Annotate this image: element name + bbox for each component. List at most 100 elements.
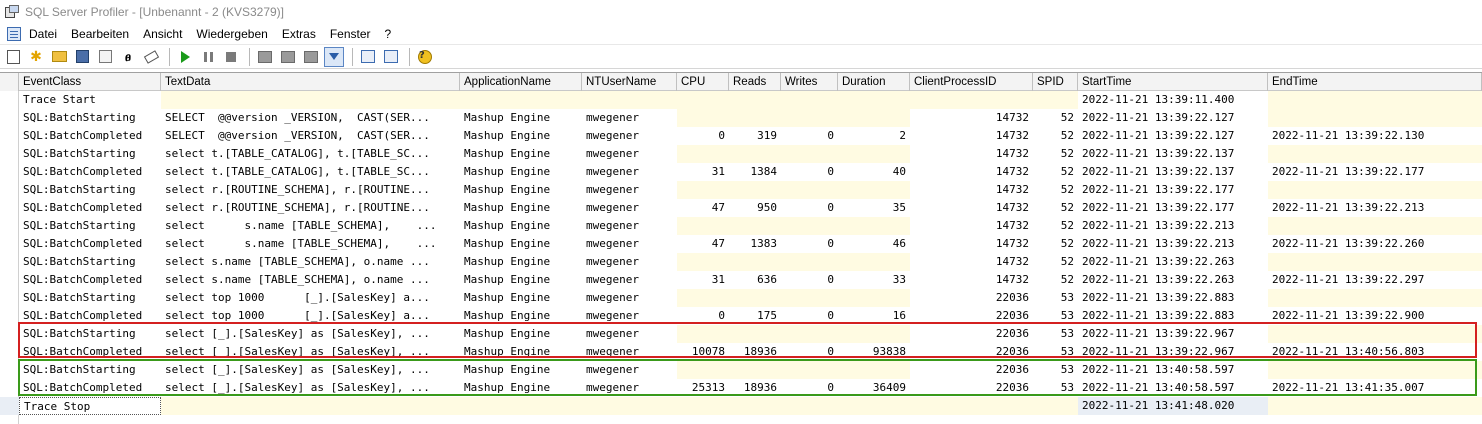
table-row[interactable]: SQL:BatchCompleted select t.[TABLE_CATALO… [0, 163, 1482, 181]
cell-spid [1033, 91, 1078, 109]
cell-ntusername [582, 397, 677, 415]
menu-extras[interactable]: Extras [282, 27, 316, 41]
table-row[interactable]: SQL:BatchCompleted select top 1000 [_].[S… [0, 307, 1482, 325]
open-button[interactable] [49, 47, 69, 67]
cell-duration [838, 217, 910, 235]
trace-grid[interactable]: EventClass TextData ApplicationName NTUs… [0, 72, 1482, 424]
run-button[interactable] [175, 47, 195, 67]
new-template-button[interactable]: ✱ [26, 47, 46, 67]
save-button[interactable] [72, 47, 92, 67]
table-row[interactable]: SQL:BatchStarting select r.[ROUTINE_SCHEM… [0, 181, 1482, 199]
table-row[interactable]: SQL:BatchStarting SELECT @@version _VERSI… [0, 109, 1482, 127]
activity-monitor-button[interactable] [358, 47, 378, 67]
column-header-cpu[interactable]: CPU [677, 73, 729, 91]
cell-eventclass: SQL:BatchCompleted [23, 129, 143, 142]
table-row[interactable]: SQL:BatchStarting select s.name [TABLE_SC… [0, 253, 1482, 271]
table-row[interactable]: Trace Stop 2022-11-21 13:41:48.020 [0, 397, 1482, 415]
cell-cpu: 10078 [691, 345, 725, 358]
clear-button[interactable] [141, 47, 161, 67]
cell-starttime: 2022-11-21 13:39:22.177 [1082, 201, 1235, 214]
stop-button[interactable] [221, 47, 241, 67]
cell-ntusername: mwegener [586, 219, 639, 232]
cell-endtime: 2022-11-21 13:39:22.130 [1272, 129, 1425, 142]
table-row[interactable]: SQL:BatchCompleted select [_].[SalesKey] … [0, 379, 1482, 397]
properties-button[interactable] [95, 47, 115, 67]
cell-reads: 636 [757, 273, 777, 286]
column-header-spid[interactable]: SPID [1033, 73, 1078, 91]
cell-spid: 52 [1060, 129, 1074, 142]
cell-eventclass: SQL:BatchCompleted [23, 381, 143, 394]
document-icon[interactable] [7, 26, 21, 41]
menu-ansicht[interactable]: Ansicht [143, 27, 182, 41]
cell-writes: 0 [827, 309, 834, 322]
cell-ntusername: mwegener [586, 345, 639, 358]
cell-starttime: 2022-11-21 13:39:22.213 [1082, 219, 1235, 232]
menu-datei[interactable]: Datei [29, 27, 57, 41]
save-icon [75, 50, 89, 63]
perfmon-button[interactable] [381, 47, 401, 67]
column-header-writes[interactable]: Writes [781, 73, 838, 91]
cell-endtime [1268, 289, 1482, 307]
column-header-applicationname[interactable]: ApplicationName [460, 73, 582, 91]
table-row[interactable]: SQL:BatchStarting select s.name [TABLE_SC… [0, 217, 1482, 235]
cell-eventclass: SQL:BatchCompleted [23, 273, 143, 286]
new-trace-button[interactable] [3, 47, 23, 67]
cell-textdata: select [_].[SalesKey] as [SalesKey], ... [165, 363, 430, 376]
cell-reads [729, 397, 781, 415]
properties-list-button[interactable] [278, 47, 298, 67]
column-header-duration[interactable]: Duration [838, 73, 910, 91]
menu-fenster[interactable]: Fenster [330, 27, 371, 41]
cell-applicationname: Mashup Engine [464, 165, 551, 178]
cell-writes [781, 145, 838, 163]
autoscroll-button[interactable] [324, 46, 344, 67]
cell-cpu [677, 289, 729, 307]
table-row[interactable]: SQL:BatchCompleted select [_].[SalesKey] … [0, 343, 1482, 361]
cell-spid: 52 [1060, 201, 1074, 214]
table-row[interactable]: SQL:BatchCompleted select s.name [TABLE_S… [0, 271, 1482, 289]
cell-spid: 53 [1060, 381, 1074, 394]
cell-reads: 175 [757, 309, 777, 322]
column-header-ntusername[interactable]: NTUserName [582, 73, 677, 91]
cell-writes [781, 397, 838, 415]
template-list-icon [258, 50, 272, 63]
table-row[interactable]: SQL:BatchStarting select [_].[SalesKey] a… [0, 325, 1482, 343]
template-list-button[interactable] [255, 47, 275, 67]
table-row[interactable]: SQL:BatchCompleted select r.[ROUTINE_SCHE… [0, 199, 1482, 217]
cell-writes [781, 181, 838, 199]
new-template-icon: ✱ [30, 48, 42, 65]
cell-starttime: 2022-11-21 13:39:22.137 [1082, 165, 1235, 178]
column-header-eventclass[interactable]: EventClass [19, 73, 161, 91]
cell-applicationname: Mashup Engine [464, 381, 551, 394]
table-row[interactable]: SQL:BatchStarting select [_].[SalesKey] a… [0, 361, 1482, 379]
cell-starttime: 2022-11-21 13:39:22.127 [1082, 129, 1235, 142]
schema-button[interactable] [301, 47, 321, 67]
cell-cpu [677, 91, 729, 109]
cell-duration: 36409 [872, 381, 906, 394]
column-header-reads[interactable]: Reads [729, 73, 781, 91]
cell-textdata: select top 1000 [_].[SalesKey] a... [165, 291, 430, 304]
help-button[interactable]: ? [415, 47, 435, 67]
cell-duration: 33 [892, 273, 906, 286]
pause-button[interactable] [198, 47, 218, 67]
column-header-starttime[interactable]: StartTime [1078, 73, 1268, 91]
cell-reads: 1383 [750, 237, 778, 250]
menu-bearbeiten[interactable]: Bearbeiten [71, 27, 129, 41]
menu-wiedergeben[interactable]: Wiedergeben [196, 27, 267, 41]
table-row[interactable]: SQL:BatchStarting select t.[TABLE_CATALOG… [0, 145, 1482, 163]
table-row[interactable]: Trace Start 2022-11-21 13:39:11.400 [0, 91, 1482, 109]
cell-spid: 52 [1060, 219, 1074, 232]
cell-ntusername: mwegener [586, 309, 639, 322]
column-header-clientprocessid[interactable]: ClientProcessID [910, 73, 1033, 91]
find-button[interactable]: ፀ [118, 47, 138, 67]
cell-endtime [1268, 361, 1482, 379]
column-header-textdata[interactable]: TextData [161, 73, 460, 91]
table-row[interactable]: SQL:BatchCompleted SELECT @@version _VERS… [0, 127, 1482, 145]
cell-reads [729, 145, 781, 163]
cell-duration [838, 181, 910, 199]
table-row[interactable]: SQL:BatchCompleted select s.name [TABLE_S… [0, 235, 1482, 253]
table-row[interactable]: SQL:BatchStarting select top 1000 [_].[Sa… [0, 289, 1482, 307]
column-header-endtime[interactable]: EndTime [1268, 73, 1482, 91]
cell-reads [729, 91, 781, 109]
menu-help[interactable]: ? [385, 27, 392, 41]
cell-ntusername: mwegener [586, 201, 639, 214]
